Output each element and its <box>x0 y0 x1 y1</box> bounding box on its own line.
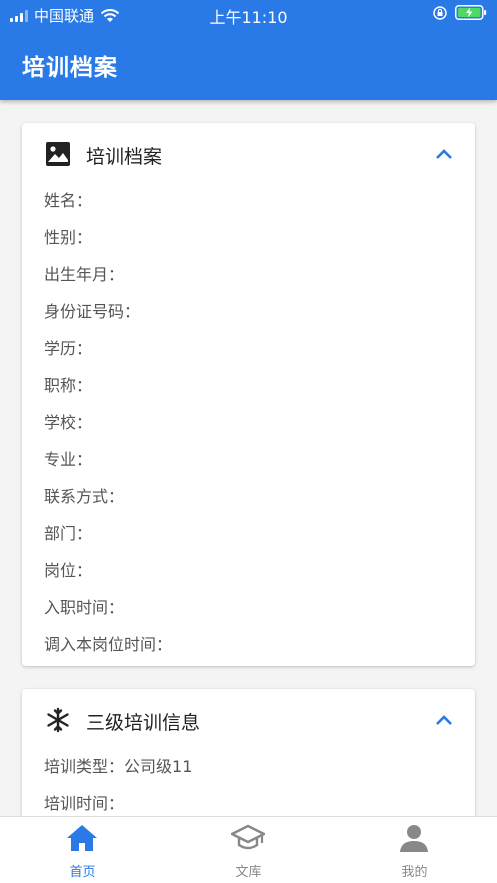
field-title: 职称： <box>44 372 92 396</box>
field-school: 学校： <box>44 409 92 433</box>
field-position: 岗位： <box>44 557 92 581</box>
status-bar: 中国联通 上午11:10 <box>0 0 497 28</box>
field-label: 专业： <box>44 450 93 469</box>
field-label: 姓名： <box>44 191 93 210</box>
field-name: 姓名： <box>44 187 92 211</box>
field-label: 培训类型： <box>44 757 125 776</box>
graduation-cap-icon <box>231 824 265 850</box>
chevron-up-icon[interactable] <box>435 147 453 161</box>
training-card-header[interactable]: 三级培训信息 <box>22 689 475 751</box>
field-birth: 出生年月： <box>44 261 124 285</box>
field-id-number: 身份证号码： <box>44 298 140 322</box>
field-label: 学校： <box>44 413 93 432</box>
tab-label: 文库 <box>235 865 262 880</box>
field-label: 入职时间： <box>44 598 125 617</box>
user-icon <box>400 825 428 852</box>
field-label: 岗位： <box>44 561 93 580</box>
field-label: 学历： <box>44 339 93 358</box>
field-training-type: 培训类型：公司级11 <box>44 753 192 777</box>
home-icon <box>67 825 97 851</box>
app-header: 中国联通 上午11:10 培训档案 <box>0 0 497 100</box>
tab-label: 我的 <box>401 865 428 880</box>
field-value: 公司级11 <box>124 757 193 776</box>
field-label: 身份证号码： <box>44 302 141 321</box>
field-label: 部门： <box>44 524 93 543</box>
field-label: 培训时间： <box>44 794 125 813</box>
field-label: 性别： <box>44 228 93 247</box>
field-label: 职称： <box>44 376 93 395</box>
tab-label: 首页 <box>69 865 96 880</box>
field-education: 学历： <box>44 335 92 359</box>
training-card-title: 三级培训信息 <box>86 712 201 734</box>
profile-card-title: 培训档案 <box>86 146 163 168</box>
tab-library[interactable]: 文库 <box>166 817 331 883</box>
field-label: 联系方式： <box>44 487 125 506</box>
field-gender: 性别： <box>44 224 92 248</box>
status-right <box>433 5 487 20</box>
page-title: 培训档案 <box>22 55 118 81</box>
tab-home[interactable]: 首页 <box>0 817 165 883</box>
field-contact: 联系方式： <box>44 483 124 507</box>
battery-icon <box>455 5 487 20</box>
field-major: 专业： <box>44 446 92 470</box>
profile-card: 培训档案 姓名： 性别： 出生年月： 身份证号码： 学历： 职称： 学校： 专业… <box>22 123 475 666</box>
bottom-tab-bar: 首页 文库 我的 <box>0 816 497 883</box>
field-label: 出生年月： <box>44 265 125 284</box>
tab-mine[interactable]: 我的 <box>332 817 497 883</box>
rotation-lock-icon <box>433 5 447 20</box>
field-department: 部门： <box>44 520 92 544</box>
field-training-time: 培训时间： <box>44 790 124 814</box>
field-transfer-date: 调入本岗位时间： <box>44 631 172 655</box>
field-hire-date: 入职时间： <box>44 594 124 618</box>
field-label: 调入本岗位时间： <box>44 635 173 654</box>
profile-card-header[interactable]: 培训档案 <box>22 123 475 185</box>
chevron-up-icon[interactable] <box>435 713 453 727</box>
image-icon <box>46 142 70 166</box>
status-time: 上午11:10 <box>209 8 288 27</box>
snowflake-icon <box>47 707 69 733</box>
